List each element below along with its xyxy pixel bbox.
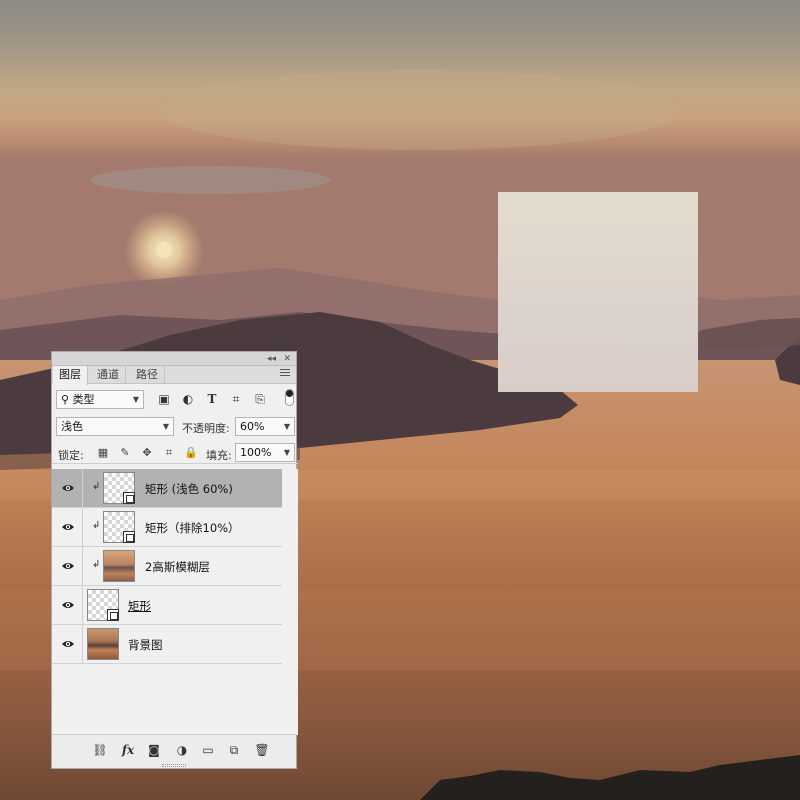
clipping-mask-icon: ↲ <box>92 559 101 570</box>
layer-name[interactable]: 矩形 <box>128 598 151 614</box>
shape-filter-icon[interactable]: ⌗ <box>228 391 244 407</box>
chevron-down-icon: ▼ <box>132 395 139 404</box>
filter-kind-label: 类型 <box>72 393 95 406</box>
eye-visibility-icon[interactable] <box>61 521 75 533</box>
search-icon: ⚲ <box>61 393 70 406</box>
layer-row[interactable]: 背景图 <box>52 625 282 664</box>
layer-thumbnail[interactable] <box>103 472 135 504</box>
blend-mode-select[interactable]: 浅色 ▼ <box>56 417 174 436</box>
fill-value: 100% <box>240 446 272 459</box>
eye-visibility-icon[interactable] <box>61 638 75 650</box>
adjustment-filter-icon[interactable]: ◐ <box>180 391 196 407</box>
lock-all-icon[interactable]: 🔒 <box>184 446 198 460</box>
panel-titlebar[interactable]: ◂◂ ✕ <box>52 352 296 366</box>
chevron-down-icon: ▼ <box>162 422 169 431</box>
blend-row: 浅色 ▼ 不透明度: 60% ▼ <box>52 416 298 438</box>
add-mask-icon[interactable]: ◙ <box>146 742 162 758</box>
eye-visibility-icon[interactable] <box>61 482 75 494</box>
layer-row[interactable]: ↲ 矩形（排除10%） <box>52 508 282 547</box>
layer-list: ↲ 矩形 (浅色 60%) ↲ 矩形（排除10%） ↲ 2高斯模糊层 矩形 背景… <box>52 469 298 735</box>
type-filter-icon[interactable]: T <box>204 391 220 407</box>
filter-kind-select[interactable]: ⚲ 类型 ▼ <box>56 390 144 409</box>
vector-shape-badge-icon <box>123 492 135 504</box>
layer-name[interactable]: 背景图 <box>128 637 163 653</box>
tab-paths[interactable]: 路径 <box>130 366 165 384</box>
layer-thumbnail[interactable] <box>103 511 135 543</box>
layer-list-scrollbar[interactable] <box>283 469 298 735</box>
layer-filter-row: ⚲ 类型 ▼ ▣ ◐ T ⌗ ⎘ <box>52 386 298 412</box>
lock-image-pixels-icon[interactable]: ✎ <box>118 446 132 460</box>
clipping-mask-icon: ↲ <box>92 481 101 492</box>
delete-layer-icon[interactable]: 🗑 <box>254 742 270 758</box>
panel-tabs: 图层 通道 路径 <box>52 366 296 385</box>
opacity-value: 60% <box>240 420 265 433</box>
new-layer-icon[interactable]: ⧉ <box>226 742 242 758</box>
filter-toggle[interactable] <box>285 389 294 406</box>
resize-grip[interactable] <box>162 764 186 767</box>
collapse-panel-icon[interactable]: ◂◂ <box>267 352 276 366</box>
tab-channels[interactable]: 通道 <box>91 366 126 384</box>
fx-layer-style-icon[interactable]: fx <box>120 742 136 758</box>
layer-row[interactable]: ↲ 矩形 (浅色 60%) <box>52 469 282 508</box>
close-panel-icon[interactable]: ✕ <box>283 352 291 366</box>
new-group-icon[interactable]: ▭ <box>200 742 216 758</box>
fill-input[interactable]: 100% ▼ <box>235 443 295 462</box>
adjustment-layer-icon[interactable]: ◑ <box>174 742 190 758</box>
tab-layers[interactable]: 图层 <box>53 366 88 385</box>
link-layers-icon[interactable]: ⛓ <box>92 742 108 758</box>
layers-panel: ◂◂ ✕ 图层 通道 路径 ⚲ 类型 ▼ ▣ ◐ T ⌗ ⎘ 浅色 ▼ 不透明度… <box>51 351 298 769</box>
layer-name[interactable]: 矩形（排除10%） <box>145 520 240 536</box>
layer-thumbnail[interactable] <box>87 628 119 660</box>
opacity-label: 不透明度: <box>182 422 230 435</box>
chevron-down-icon[interactable]: ▼ <box>284 418 290 435</box>
layer-name[interactable]: 矩形 (浅色 60%) <box>145 481 233 497</box>
chevron-down-icon[interactable]: ▼ <box>284 444 290 461</box>
layer-thumbnail[interactable] <box>87 589 119 621</box>
panel-footer: ⛓ fx ◙ ◑ ▭ ⧉ 🗑 <box>52 734 296 768</box>
clipping-mask-icon: ↲ <box>92 520 101 531</box>
blend-mode-value: 浅色 <box>61 420 83 433</box>
lock-position-icon[interactable]: ✥ <box>140 446 154 460</box>
vector-shape-badge-icon <box>107 609 119 621</box>
layer-row[interactable]: 矩形 <box>52 586 282 625</box>
lock-row: 锁定: ▦ ✎ ✥ ⌗ 🔒 填充: 100% ▼ <box>52 442 298 464</box>
layer-thumbnail[interactable] <box>103 550 135 582</box>
image-filter-icon[interactable]: ▣ <box>156 391 172 407</box>
fill-label: 填充: <box>206 449 232 462</box>
opacity-input[interactable]: 60% ▼ <box>235 417 295 436</box>
panel-menu-icon[interactable] <box>280 369 290 379</box>
frosted-rectangle <box>498 192 698 392</box>
eye-visibility-icon[interactable] <box>61 599 75 611</box>
layer-name[interactable]: 2高斯模糊层 <box>145 559 210 575</box>
layer-row[interactable]: ↲ 2高斯模糊层 <box>52 547 282 586</box>
lock-artboard-icon[interactable]: ⌗ <box>162 446 176 460</box>
vector-shape-badge-icon <box>123 531 135 543</box>
lock-transparent-pixels-icon[interactable]: ▦ <box>96 446 110 460</box>
smart-object-filter-icon[interactable]: ⎘ <box>252 391 268 407</box>
eye-visibility-icon[interactable] <box>61 560 75 572</box>
lock-label: 锁定: <box>58 449 84 462</box>
